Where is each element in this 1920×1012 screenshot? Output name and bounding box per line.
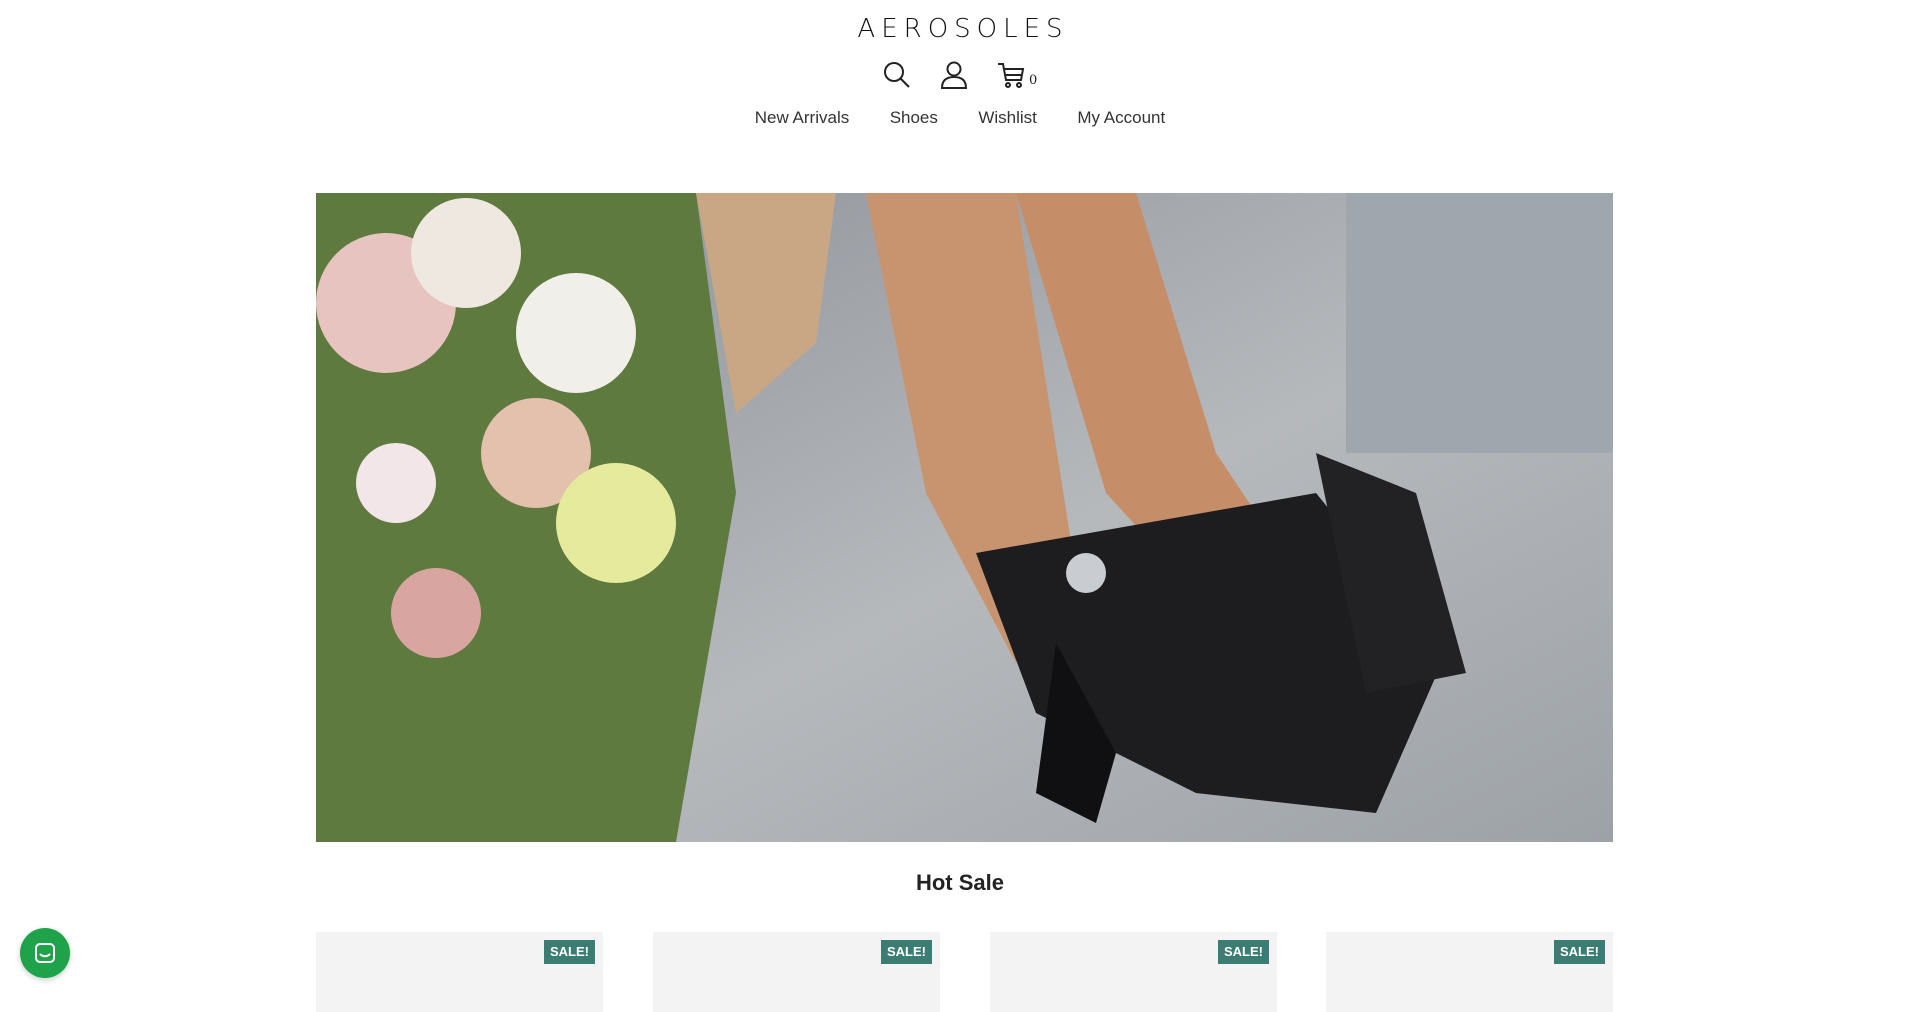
cart-icon[interactable] <box>996 60 1026 90</box>
product-card[interactable]: SALE! <box>990 932 1277 1012</box>
cart-count: 0 <box>1029 73 1038 88</box>
product-card[interactable]: SALE! <box>653 932 940 1012</box>
sale-badge: SALE! <box>1554 940 1605 964</box>
hero-image[interactable] <box>316 193 1613 842</box>
user-icon[interactable] <box>939 60 969 90</box>
chat-icon <box>35 943 55 963</box>
header-icons: 0 <box>882 60 1042 92</box>
sale-badge: SALE! <box>544 940 595 964</box>
search-icon[interactable] <box>882 60 912 90</box>
hot-sale-title: Hot Sale <box>915 870 1005 895</box>
nav-item-shoes[interactable]: Shoes <box>890 108 938 128</box>
main-nav: New Arrivals Shoes Wishlist My Account <box>0 108 1920 128</box>
product-grid: SALE! SALE! SALE! SALE! <box>316 932 1613 1012</box>
sale-badge: SALE! <box>1218 940 1269 964</box>
chat-button[interactable] <box>20 928 70 978</box>
product-card[interactable]: SALE! <box>316 932 603 1012</box>
nav-item-new-arrivals[interactable]: New Arrivals <box>755 108 849 128</box>
brand-logo[interactable]: AEROSOLES <box>0 14 1920 44</box>
site-header: AEROSOLES 0 New Arrivals Shoes Wishlist … <box>0 0 1920 160</box>
nav-item-wishlist[interactable]: Wishlist <box>978 108 1037 128</box>
nav-item-my-account[interactable]: My Account <box>1077 108 1165 128</box>
product-card[interactable]: SALE! <box>1326 932 1613 1012</box>
sale-badge: SALE! <box>881 940 932 964</box>
